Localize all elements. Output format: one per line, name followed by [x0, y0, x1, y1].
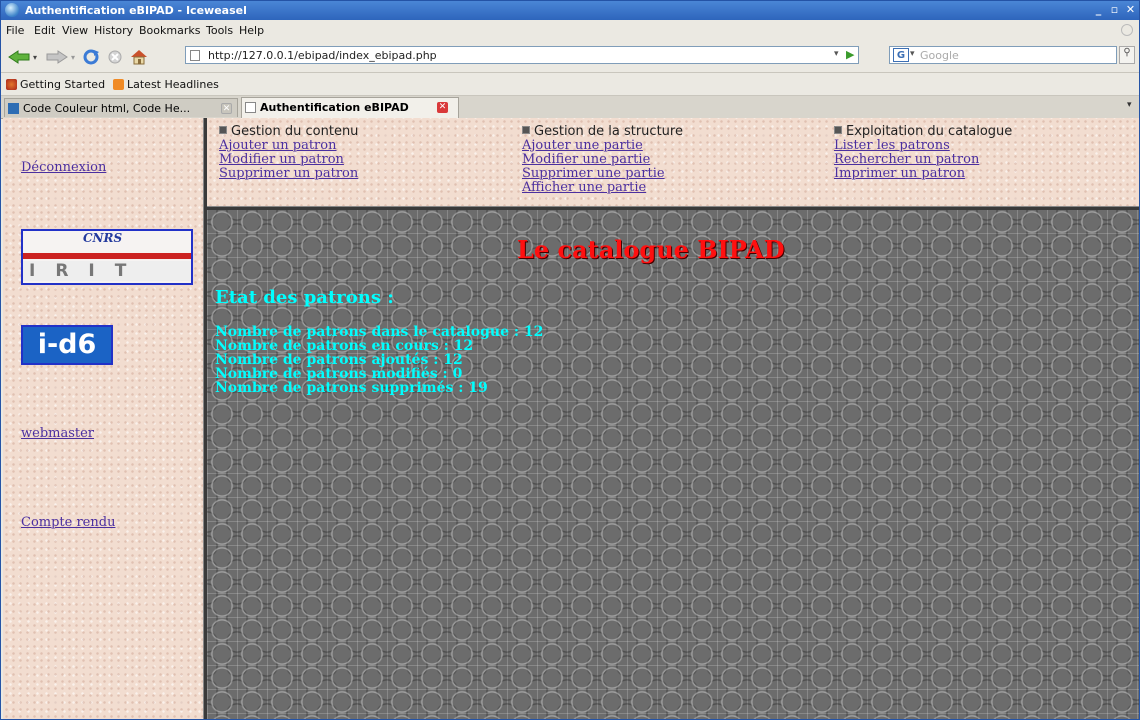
url-dropdown-icon[interactable]: ▾	[834, 49, 839, 59]
menu-bookmarks[interactable]: Bookmarks	[139, 24, 200, 37]
nav-column-structure: Gestion de la structure Ajouter une part…	[522, 124, 683, 195]
stats-list: Nombre de patrons dans le catalogue : 12…	[215, 325, 543, 395]
menu-help[interactable]: Help	[239, 24, 264, 37]
state-heading: Etat des patrons :	[215, 287, 394, 308]
page-title: Le catalogue BIPAD	[517, 235, 785, 264]
nav-column-content: Gestion du contenu Ajouter un patron Mod…	[219, 124, 358, 181]
page-viewport: Déconnexion CNRS IRIT i-d6 webmaster Com…	[3, 118, 1139, 719]
list-patterns-link[interactable]: Lister les patrons	[834, 139, 1012, 153]
report-link[interactable]: Compte rendu	[21, 515, 115, 530]
back-arrow-icon[interactable]	[7, 49, 31, 65]
close-window-button[interactable]: ✕	[1123, 3, 1138, 17]
tab-authentification[interactable]: Authentification eBIPAD ✕	[241, 97, 459, 118]
bullet-icon	[219, 126, 227, 134]
nav-heading-text: Exploitation du catalogue	[846, 124, 1013, 139]
delete-pattern-link[interactable]: Supprimer un patron	[219, 167, 358, 181]
forward-dropdown-icon[interactable]: ▾	[71, 53, 75, 62]
bookmark-label: Getting Started	[20, 78, 106, 91]
logo-band: IRIT	[23, 261, 191, 281]
cnrs-logo-text: CNRS	[83, 231, 123, 245]
tab-bar: Code Couleur html, Code He... ✕ Authenti…	[1, 96, 1139, 119]
stop-icon[interactable]	[106, 49, 124, 65]
engine-dropdown-icon[interactable]: ▾	[910, 49, 915, 59]
tab-code-couleur[interactable]: Code Couleur html, Code He... ✕	[4, 98, 238, 117]
search-engine-icon[interactable]: G	[893, 48, 909, 62]
print-pattern-link[interactable]: Imprimer un patron	[834, 167, 1012, 181]
go-arrow-icon[interactable]: ▶	[846, 48, 854, 61]
rss-icon	[113, 79, 124, 90]
bookmark-getting-started[interactable]: Getting Started	[6, 78, 105, 91]
irit-logo-text: IRIT	[29, 261, 147, 281]
url-text[interactable]: http://127.0.0.1/ebipad/index_ebipad.php	[208, 49, 437, 62]
page-icon	[190, 50, 200, 61]
home-icon[interactable]	[129, 49, 149, 65]
irit-logo[interactable]: CNRS IRIT	[21, 229, 193, 285]
nav-heading: Exploitation du catalogue	[834, 124, 1012, 139]
tab-close-icon[interactable]: ✕	[221, 103, 232, 114]
tab-label: Code Couleur html, Code He...	[23, 102, 191, 115]
nav-column-catalogue: Exploitation du catalogue Lister les pat…	[834, 124, 1012, 181]
search-placeholder: Google	[920, 49, 959, 62]
minimize-button[interactable]: _	[1091, 3, 1106, 17]
stat-added: Nombre de patrons ajoutés : 12	[215, 352, 463, 368]
nav-heading-text: Gestion de la structure	[534, 124, 683, 139]
maximize-button[interactable]: ▫	[1107, 3, 1122, 17]
search-pattern-link[interactable]: Rechercher un patron	[834, 153, 1012, 167]
throbber-icon	[1121, 24, 1133, 36]
menu-history[interactable]: History	[94, 24, 133, 37]
menu-tools[interactable]: Tools	[206, 24, 233, 37]
left-sidebar: Déconnexion CNRS IRIT i-d6 webmaster Com…	[3, 118, 203, 719]
back-dropdown-icon[interactable]: ▾	[33, 53, 37, 62]
tab-label: Authentification eBIPAD	[260, 101, 409, 114]
show-part-link[interactable]: Afficher une partie	[522, 181, 683, 195]
bullet-icon	[522, 126, 530, 134]
tab-favicon	[8, 103, 19, 114]
menu-bar: File Edit View History Bookmarks Tools H…	[1, 21, 1139, 39]
top-navigation: Gestion du contenu Ajouter un patron Mod…	[207, 118, 1139, 206]
id6-logo[interactable]: i-d6	[21, 325, 113, 365]
bullet-icon	[834, 126, 842, 134]
delete-part-link[interactable]: Supprimer une partie	[522, 167, 683, 181]
stat-deleted: Nombre de patrons supprimés : 19	[215, 380, 488, 396]
main-content: Le catalogue BIPAD Etat des patrons : No…	[207, 210, 1139, 719]
tab-list-icon[interactable]: ▾	[1127, 100, 1132, 110]
menu-edit[interactable]: Edit	[34, 24, 55, 37]
edit-part-link[interactable]: Modifier une partie	[522, 153, 683, 167]
nav-heading: Gestion du contenu	[219, 124, 358, 139]
nav-heading-text: Gestion du contenu	[231, 124, 359, 139]
window-title: Authentification eBIPAD - Iceweasel	[25, 4, 247, 17]
logo-stripe	[23, 253, 191, 259]
title-bar: Authentification eBIPAD - Iceweasel _ ▫ …	[1, 1, 1139, 20]
reload-icon[interactable]	[81, 49, 101, 65]
search-go-button[interactable]: ⚲	[1119, 46, 1135, 64]
page-icon	[245, 102, 256, 113]
menu-file[interactable]: File	[6, 24, 24, 37]
tab-close-icon[interactable]: ✕	[437, 102, 448, 113]
stat-total: Nombre de patrons dans le catalogue : 12	[215, 324, 544, 340]
search-box[interactable]: G ▾ Google	[889, 46, 1117, 64]
add-part-link[interactable]: Ajouter une partie	[522, 139, 683, 153]
bookmark-label: Latest Headlines	[127, 78, 219, 91]
url-bar[interactable]: http://127.0.0.1/ebipad/index_ebipad.php…	[185, 46, 859, 64]
bookmark-latest-headlines[interactable]: Latest Headlines	[113, 78, 219, 91]
forward-arrow-icon[interactable]	[45, 49, 69, 65]
stat-modified: Nombre de patrons modifiés : 0	[215, 366, 463, 382]
nav-heading: Gestion de la structure	[522, 124, 683, 139]
edit-pattern-link[interactable]: Modifier un patron	[219, 153, 358, 167]
stat-in-progress: Nombre de patrons en cours : 12	[215, 338, 474, 354]
bookmarks-toolbar: Getting Started Latest Headlines	[1, 73, 1139, 96]
add-pattern-link[interactable]: Ajouter un patron	[219, 139, 358, 153]
iceweasel-icon	[5, 3, 19, 17]
logout-link[interactable]: Déconnexion	[21, 160, 106, 175]
menu-view[interactable]: View	[62, 24, 88, 37]
browser-window: Authentification eBIPAD - Iceweasel _ ▫ …	[0, 0, 1140, 720]
firefox-icon	[6, 79, 17, 90]
magnifier-icon: ⚲	[1123, 47, 1131, 58]
webmaster-link[interactable]: webmaster	[21, 426, 94, 441]
